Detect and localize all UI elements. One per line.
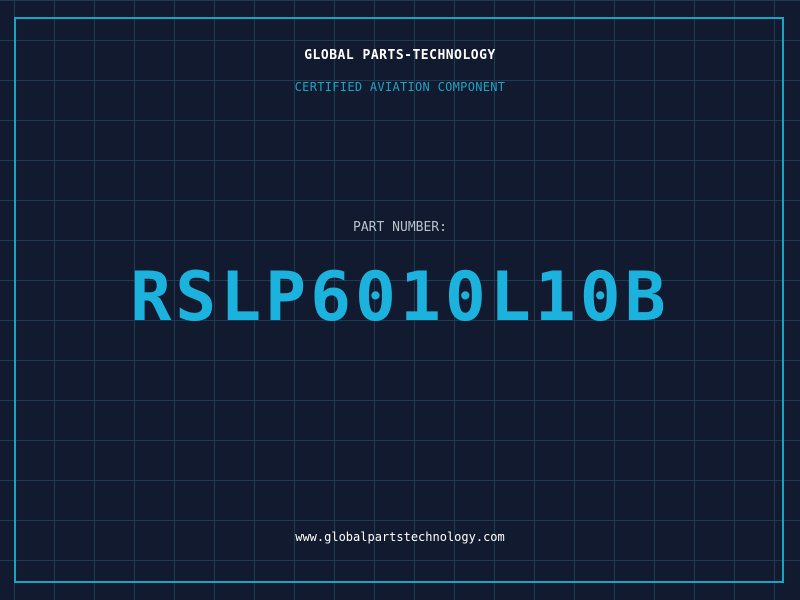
part-number-label: PART NUMBER: <box>353 220 447 235</box>
website-url: www.globalpartstechnology.com <box>295 530 505 544</box>
company-name: GLOBAL PARTS-TECHNOLOGY <box>304 48 496 63</box>
part-number: RSLP6010L10B <box>130 258 670 337</box>
subtitle: CERTIFIED AVIATION COMPONENT <box>294 80 506 94</box>
